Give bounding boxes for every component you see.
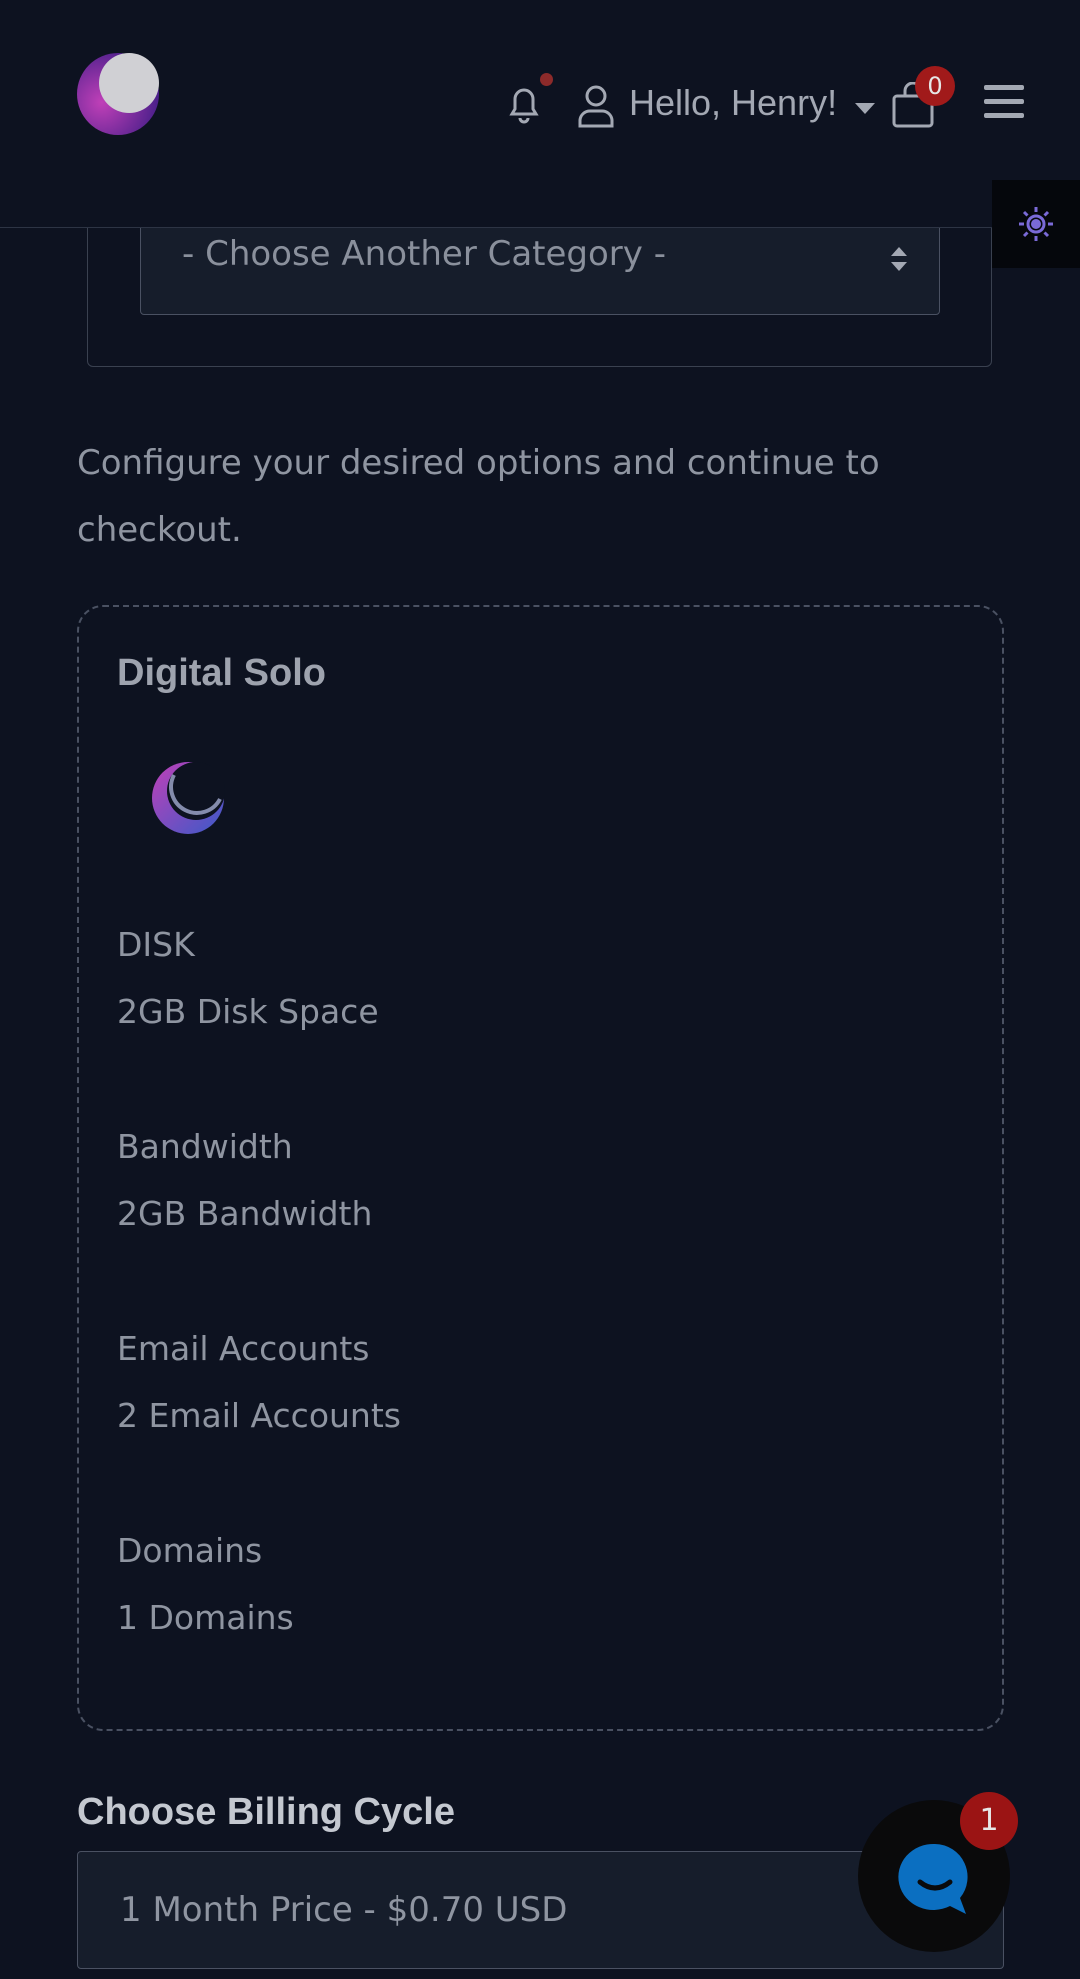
feature-value: 2GB Bandwidth [117, 1194, 373, 1233]
chevron-down-icon[interactable] [855, 103, 875, 114]
cart-count-badge: 0 [915, 66, 955, 106]
select-arrows-icon [891, 247, 907, 271]
logo[interactable] [76, 52, 161, 137]
billing-cycle-heading: Choose Billing Cycle [77, 1791, 455, 1833]
intro-text: Configure your desired options and conti… [77, 443, 880, 550]
category-select[interactable]: - Choose Another Category - [140, 215, 940, 315]
bell-icon[interactable] [500, 80, 548, 128]
notification-dot [540, 73, 553, 86]
hamburger-menu-icon[interactable] [984, 85, 1024, 119]
product-title: Digital Solo [117, 652, 326, 694]
feature-label: Domains [117, 1531, 263, 1570]
chat-bubble-icon [898, 1843, 968, 1914]
category-select-value: - Choose Another Category - [182, 234, 666, 274]
sun-gear-icon [1019, 207, 1053, 241]
top-header: Hello, Henry! 0 [0, 0, 1080, 228]
user-greeting-menu[interactable]: Hello, Henry! [629, 82, 837, 124]
feature-label: DISK [117, 925, 195, 964]
feature-label: Email Accounts [117, 1329, 370, 1368]
feature-value: 1 Domains [117, 1598, 294, 1637]
feature-value: 2 Email Accounts [117, 1396, 401, 1435]
billing-cycle-value: 1 Month Price - $0.70 USD [120, 1890, 568, 1930]
feature-label: Bandwidth [117, 1127, 293, 1166]
moon-logo-icon [152, 762, 225, 834]
theme-toggle-button[interactable] [992, 180, 1080, 268]
feature-value: 2GB Disk Space [117, 992, 379, 1031]
chat-unread-badge: 1 [960, 1792, 1018, 1850]
user-icon[interactable] [576, 84, 616, 128]
